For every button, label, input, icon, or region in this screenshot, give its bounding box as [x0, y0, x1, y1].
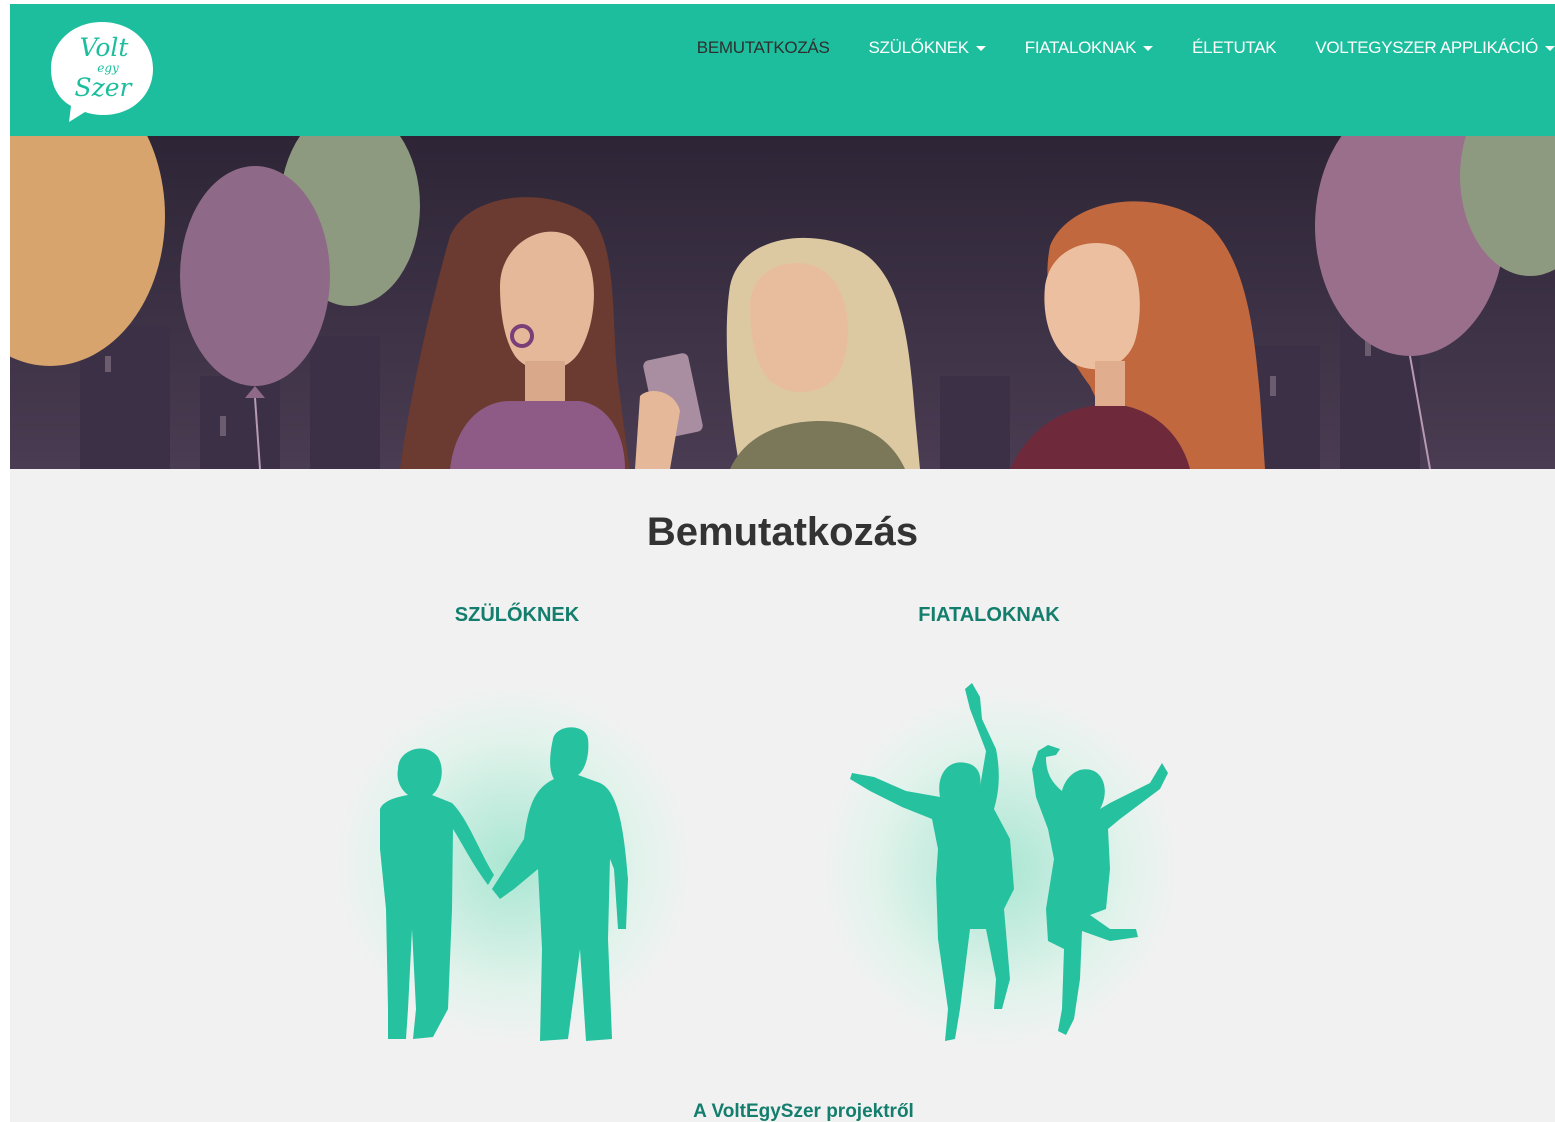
nav-fiataloknak[interactable]: FIATALOKNAK	[1024, 38, 1154, 58]
main-nav: BEMUTATKOZÁS SZÜLŐKNEK FIATALOKNAK ÉLETU…	[658, 36, 1555, 60]
nav-label: ÉLETUTAK	[1192, 38, 1277, 57]
svg-text:Szer: Szer	[74, 73, 133, 102]
caret-down-icon	[975, 45, 986, 51]
nav-applikacio[interactable]: VOLTEGYSZER APPLIKÁCIÓ	[1315, 38, 1555, 58]
logo-bubble-icon: Volt egy Szer	[51, 22, 153, 122]
navbar: Volt egy Szer BEMUTATKOZÁS SZÜLŐKNEK FIA…	[10, 4, 1555, 136]
nav-szuloknek[interactable]: SZÜLŐKNEK	[869, 38, 986, 58]
page-title: Bemutatkozás	[646, 510, 919, 554]
page: Volt egy Szer BEMUTATKOZÁS SZÜLŐKNEK FIA…	[10, 4, 1555, 1122]
svg-text:Volt: Volt	[80, 33, 130, 62]
nav-label: FIATALOKNAK	[1024, 38, 1137, 57]
nav-label: BEMUTATKOZÁS	[696, 38, 830, 57]
nav-eletutak[interactable]: ÉLETUTAK	[1192, 38, 1277, 58]
project-about-link[interactable]: A VoltEgySzer projektről	[10, 1101, 1555, 1122]
site-logo[interactable]: Volt egy Szer	[47, 18, 157, 124]
hero-illustration	[10, 136, 1555, 469]
youth-silhouette-icon	[820, 683, 1180, 1049]
nav-bemutatkozas[interactable]: BEMUTATKOZÁS	[697, 38, 830, 58]
caret-down-icon	[1143, 45, 1154, 51]
caret-down-icon	[1545, 45, 1555, 51]
hero-banner	[10, 136, 1555, 469]
parents-silhouette-icon	[333, 684, 693, 1044]
nav-label: SZÜLŐKNEK	[868, 38, 970, 57]
link-fiataloknak[interactable]: FIATALOKNAK	[839, 604, 1139, 627]
link-szuloknek[interactable]: SZÜLŐKNEK	[367, 604, 667, 627]
youth-silhouette-image[interactable]	[810, 679, 1190, 1059]
nav-label: VOLTEGYSZER APPLIKÁCIÓ	[1315, 38, 1538, 57]
parents-silhouette-image[interactable]	[328, 679, 708, 1059]
